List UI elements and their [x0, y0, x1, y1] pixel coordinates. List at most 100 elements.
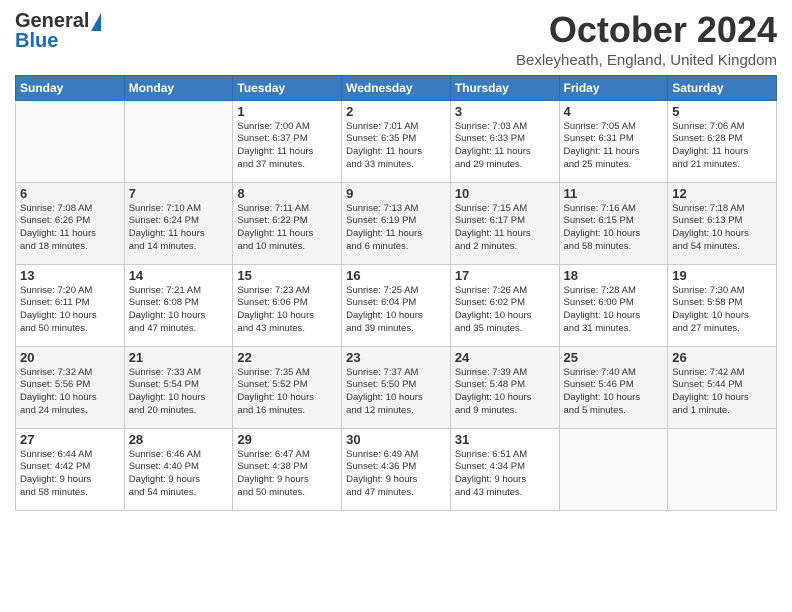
weekday-header-monday: Monday [124, 75, 233, 100]
day-info: Sunrise: 7:42 AM Sunset: 5:44 PM Dayligh… [672, 367, 772, 418]
day-number: 12 [672, 186, 772, 201]
location: Bexleyheath, England, United Kingdom [516, 52, 777, 69]
day-number: 27 [20, 432, 120, 447]
day-number: 20 [20, 350, 120, 365]
day-info: Sunrise: 7:21 AM Sunset: 6:08 PM Dayligh… [129, 285, 229, 336]
calendar-cell: 26Sunrise: 7:42 AM Sunset: 5:44 PM Dayli… [668, 346, 777, 428]
calendar-week-4: 20 Sunrise: 7:32 AM Sunset: 5:56 PM Dayli… [16, 346, 777, 428]
calendar-cell [16, 100, 125, 182]
day-number: 17 [455, 268, 555, 283]
day-number: 4 [564, 104, 664, 119]
title-block: October 2024 Bexleyheath, England, Unite… [516, 10, 777, 69]
day-number: 21 [129, 350, 229, 365]
day-number: 1 [237, 104, 337, 119]
calendar-cell: 23 Sunrise: 7:37 AM Sunset: 5:50 PM Dayli… [342, 346, 451, 428]
day-info: Sunrise: 7:40 AM Sunset: 5:46 PM Dayligh… [564, 367, 664, 418]
calendar-cell: 24Sunrise: 7:39 AM Sunset: 5:48 PM Dayli… [450, 346, 559, 428]
calendar-cell: 11 Sunrise: 7:16 AM Sunset: 6:15 PM Dayli… [559, 182, 668, 264]
day-info: Sunrise: 6:44 AM Sunset: 4:42 PM Dayligh… [20, 449, 120, 500]
day-number: 11 [564, 186, 664, 201]
day-info: Sunrise: 7:11 AM Sunset: 6:22 PM Dayligh… [237, 203, 337, 254]
day-info: Sunrise: 7:32 AM Sunset: 5:56 PM Dayligh… [20, 367, 120, 418]
day-number: 10 [455, 186, 555, 201]
day-info: Sunrise: 7:37 AM Sunset: 5:50 PM Dayligh… [346, 367, 446, 418]
calendar-cell: 4 Sunrise: 7:05 AM Sunset: 6:31 PM Daylig… [559, 100, 668, 182]
weekday-header-sunday: Sunday [16, 75, 125, 100]
day-number: 29 [237, 432, 337, 447]
calendar-cell [559, 428, 668, 510]
day-number: 7 [129, 186, 229, 201]
calendar-cell: 19 Sunrise: 7:30 AM Sunset: 5:58 PM Dayli… [668, 264, 777, 346]
month-title: October 2024 [516, 10, 777, 50]
calendar-cell [124, 100, 233, 182]
day-number: 25 [564, 350, 664, 365]
calendar-cell: 27 Sunrise: 6:44 AM Sunset: 4:42 PM Dayli… [16, 428, 125, 510]
calendar-cell: 1 Sunrise: 7:00 AM Sunset: 6:37 PM Daylig… [233, 100, 342, 182]
day-number: 19 [672, 268, 772, 283]
day-info: Sunrise: 7:15 AM Sunset: 6:17 PM Dayligh… [455, 203, 555, 254]
calendar-cell: 18 Sunrise: 7:28 AM Sunset: 6:00 PM Dayli… [559, 264, 668, 346]
day-info: Sunrise: 7:26 AM Sunset: 6:02 PM Dayligh… [455, 285, 555, 336]
calendar-week-3: 13 Sunrise: 7:20 AM Sunset: 6:11 PM Dayli… [16, 264, 777, 346]
day-number: 22 [237, 350, 337, 365]
day-info: Sunrise: 7:08 AM Sunset: 6:26 PM Dayligh… [20, 203, 120, 254]
day-info: Sunrise: 6:47 AM Sunset: 4:38 PM Dayligh… [237, 449, 337, 500]
calendar-cell: 21 Sunrise: 7:33 AM Sunset: 5:54 PM Dayli… [124, 346, 233, 428]
day-number: 23 [346, 350, 446, 365]
calendar-cell: 17 Sunrise: 7:26 AM Sunset: 6:02 PM Dayli… [450, 264, 559, 346]
page: General Blue October 2024 Bexleyheath, E… [0, 0, 792, 612]
calendar-cell: 22 Sunrise: 7:35 AM Sunset: 5:52 PM Dayli… [233, 346, 342, 428]
day-info: Sunrise: 6:46 AM Sunset: 4:40 PM Dayligh… [129, 449, 229, 500]
calendar-cell: 6 Sunrise: 7:08 AM Sunset: 6:26 PM Daylig… [16, 182, 125, 264]
day-info: Sunrise: 7:30 AM Sunset: 5:58 PM Dayligh… [672, 285, 772, 336]
day-number: 8 [237, 186, 337, 201]
calendar-week-5: 27 Sunrise: 6:44 AM Sunset: 4:42 PM Dayli… [16, 428, 777, 510]
day-info: Sunrise: 7:20 AM Sunset: 6:11 PM Dayligh… [20, 285, 120, 336]
calendar-cell: 29 Sunrise: 6:47 AM Sunset: 4:38 PM Dayli… [233, 428, 342, 510]
day-number: 9 [346, 186, 446, 201]
day-number: 28 [129, 432, 229, 447]
weekday-header-tuesday: Tuesday [233, 75, 342, 100]
day-info: Sunrise: 7:05 AM Sunset: 6:31 PM Dayligh… [564, 121, 664, 172]
calendar-cell: 15Sunrise: 7:23 AM Sunset: 6:06 PM Dayli… [233, 264, 342, 346]
calendar-cell [668, 428, 777, 510]
calendar-cell: 13 Sunrise: 7:20 AM Sunset: 6:11 PM Dayli… [16, 264, 125, 346]
day-info: Sunrise: 7:00 AM Sunset: 6:37 PM Dayligh… [237, 121, 337, 172]
header: General Blue October 2024 Bexleyheath, E… [15, 10, 777, 69]
day-number: 13 [20, 268, 120, 283]
calendar-cell: 2Sunrise: 7:01 AM Sunset: 6:35 PM Daylig… [342, 100, 451, 182]
day-info: Sunrise: 7:16 AM Sunset: 6:15 PM Dayligh… [564, 203, 664, 254]
day-info: Sunrise: 6:49 AM Sunset: 4:36 PM Dayligh… [346, 449, 446, 500]
calendar-cell: 3 Sunrise: 7:03 AM Sunset: 6:33 PM Daylig… [450, 100, 559, 182]
day-number: 15 [237, 268, 337, 283]
calendar-cell: 7 Sunrise: 7:10 AM Sunset: 6:24 PM Daylig… [124, 182, 233, 264]
day-number: 6 [20, 186, 120, 201]
day-info: Sunrise: 7:33 AM Sunset: 5:54 PM Dayligh… [129, 367, 229, 418]
calendar-cell: 12Sunrise: 7:18 AM Sunset: 6:13 PM Dayli… [668, 182, 777, 264]
calendar-cell: 20 Sunrise: 7:32 AM Sunset: 5:56 PM Dayli… [16, 346, 125, 428]
day-info: Sunrise: 7:35 AM Sunset: 5:52 PM Dayligh… [237, 367, 337, 418]
logo: General Blue [15, 10, 101, 53]
logo-blue: Blue [15, 30, 58, 53]
calendar-cell: 16Sunrise: 7:25 AM Sunset: 6:04 PM Dayli… [342, 264, 451, 346]
calendar-cell: 9 Sunrise: 7:13 AM Sunset: 6:19 PM Daylig… [342, 182, 451, 264]
logo-icon [91, 13, 101, 31]
calendar-cell: 5 Sunrise: 7:06 AM Sunset: 6:28 PM Daylig… [668, 100, 777, 182]
day-info: Sunrise: 7:03 AM Sunset: 6:33 PM Dayligh… [455, 121, 555, 172]
weekday-header-saturday: Saturday [668, 75, 777, 100]
calendar-cell: 28 Sunrise: 6:46 AM Sunset: 4:40 PM Dayli… [124, 428, 233, 510]
day-number: 3 [455, 104, 555, 119]
day-number: 24 [455, 350, 555, 365]
weekday-header-row: SundayMondayTuesdayWednesdayThursdayFrid… [16, 75, 777, 100]
day-info: Sunrise: 6:51 AM Sunset: 4:34 PM Dayligh… [455, 449, 555, 500]
day-info: Sunrise: 7:06 AM Sunset: 6:28 PM Dayligh… [672, 121, 772, 172]
weekday-header-wednesday: Wednesday [342, 75, 451, 100]
day-number: 18 [564, 268, 664, 283]
day-number: 5 [672, 104, 772, 119]
day-info: Sunrise: 7:10 AM Sunset: 6:24 PM Dayligh… [129, 203, 229, 254]
day-number: 31 [455, 432, 555, 447]
day-info: Sunrise: 7:28 AM Sunset: 6:00 PM Dayligh… [564, 285, 664, 336]
calendar-cell: 25 Sunrise: 7:40 AM Sunset: 5:46 PM Dayli… [559, 346, 668, 428]
day-info: Sunrise: 7:13 AM Sunset: 6:19 PM Dayligh… [346, 203, 446, 254]
calendar-week-1: 1 Sunrise: 7:00 AM Sunset: 6:37 PM Daylig… [16, 100, 777, 182]
